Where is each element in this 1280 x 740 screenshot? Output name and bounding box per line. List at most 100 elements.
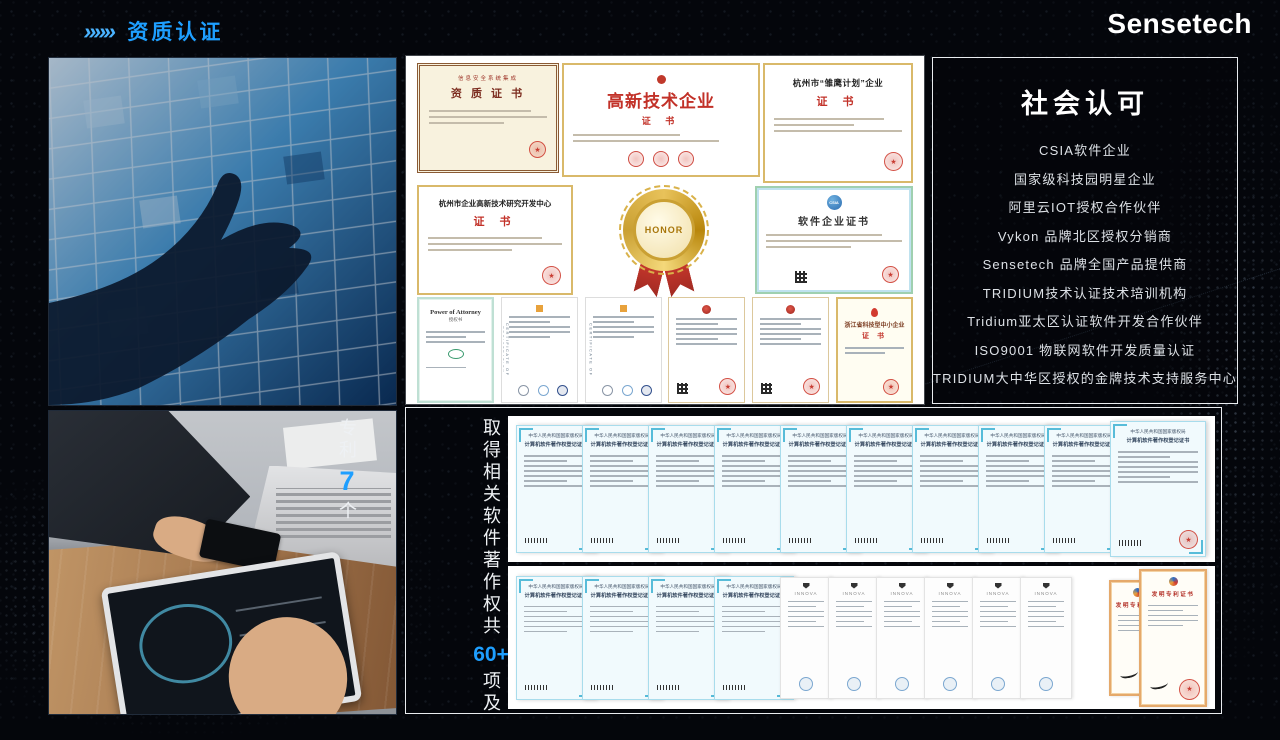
- csia-globe-icon: CSIA: [827, 195, 842, 210]
- barcode: [591, 685, 613, 690]
- certificate-zhejiang-sme: 浙江省科技型中小企业 证 书: [836, 297, 913, 403]
- government-license-2: [752, 297, 829, 403]
- medal-label: HONOR: [645, 225, 684, 235]
- tablet-ui-line: [236, 596, 322, 612]
- barcode: [921, 538, 943, 543]
- social-list: CSIA软件企业 国家级科技园明星企业 阿里云IOT授权合作伙伴 Vykon 品…: [933, 137, 1237, 394]
- national-emblem-icon: [702, 305, 711, 314]
- barcode: [723, 685, 745, 690]
- certificate-chuying-plan: 杭州市“雏鹰计划”企业 证 书: [763, 63, 913, 183]
- vertical-caption: 专利 7 个 取得相关软件著作权共 60+ 项及: [418, 418, 508, 715]
- caption-text: 项及: [480, 671, 502, 715]
- social-list-item: Tridium亚太区认证软件开发合作伙伴: [933, 308, 1237, 337]
- innovation-patent-certificate: INNOVA: [1020, 577, 1072, 699]
- medal-face: HONOR: [633, 199, 695, 261]
- social-recognition-panel: 社会认可 CSIA软件企业 国家级科技园明星企业 阿里云IOT授权合作伙伴 Vy…: [932, 57, 1238, 404]
- social-list-item: TRIDIUM技术认证技术培训机构: [933, 280, 1237, 309]
- barcode: [657, 685, 679, 690]
- blue-seal: [799, 677, 813, 691]
- social-list-item: 国家级科技园明星企业: [933, 166, 1237, 195]
- red-seal: [542, 266, 561, 285]
- barcode: [525, 685, 547, 690]
- national-emblem-icon: [786, 305, 795, 314]
- certificate-high-tech-enterprise: 高新技术企业 证 书: [562, 63, 760, 177]
- vertical-side-text: CERTIFICATE OF REGISTRATION: [587, 302, 594, 398]
- page-title: 资质认证: [127, 16, 223, 46]
- cert-title: INNOVA: [829, 591, 879, 596]
- certificate-security-integration: 信息安全系统集成 资 质 证 书: [417, 63, 559, 173]
- cert-title: 杭州市企业高新技术研究开发中心: [419, 198, 571, 209]
- red-seal: [1179, 530, 1198, 549]
- honor-medal: HONOR: [614, 183, 714, 297]
- social-list-item: TRIDIUM大中华区授权的金牌技术支持服务中心: [933, 365, 1237, 394]
- flame-logo-icon: [871, 308, 878, 317]
- green-oval-stamp: [448, 349, 464, 359]
- tablet-dashboard-ring: [134, 597, 238, 689]
- red-seal: [719, 378, 736, 395]
- cert-title: INNOVA: [973, 591, 1023, 596]
- cert-title: 杭州市“雏鹰计划”企业: [765, 77, 911, 89]
- blue-seal: [943, 677, 957, 691]
- cert-header: 中华人民共和国国家版权局: [1115, 428, 1201, 434]
- caption-text: 专利: [336, 418, 358, 462]
- qr-code: [677, 383, 688, 394]
- certificate-of-registration-2: CERTIFICATE OF REGISTRATION: [585, 297, 662, 403]
- social-list-item: Vykon 品牌北区授权分销商: [933, 223, 1237, 252]
- cert-title: Power of Attorney: [419, 309, 492, 316]
- cert-subtitle: 授权书: [419, 317, 492, 323]
- coat-of-arms-icon: [995, 583, 1002, 589]
- cert-title: INNOVA: [925, 591, 975, 596]
- cert-title: 资 质 证 书: [420, 85, 556, 101]
- red-seal: [884, 152, 903, 171]
- medal-ring: HONOR: [623, 189, 705, 271]
- red-seal: [1179, 679, 1200, 700]
- cert-title: INNOVA: [781, 591, 831, 596]
- invention-patent-group: 发明专利证书 发明专利证书: [1109, 569, 1207, 707]
- video-wall-illustration: [49, 58, 396, 405]
- innovation-patent-certificate: INNOVA: [924, 577, 976, 699]
- cert-title: 发明专利证书: [1143, 589, 1204, 598]
- slide-header: »»» 资质认证: [84, 16, 223, 46]
- caption-text: 取得相关软件著作权共: [480, 418, 502, 638]
- caption-text: 个: [336, 501, 358, 523]
- red-seal: [803, 378, 820, 395]
- cert-title: 计算机软件著作权登记证书: [1113, 436, 1202, 444]
- blue-seal: [895, 677, 909, 691]
- cert-title: 浙江省科技型中小企业: [838, 320, 911, 329]
- government-license-1: [668, 297, 745, 403]
- coat-of-arms-icon: [1043, 583, 1050, 589]
- photo-video-wall: [48, 57, 397, 406]
- cert-subtitle: 证 书: [419, 213, 571, 229]
- coat-of-arms-icon: [803, 583, 810, 589]
- coat-of-arms-icon: [899, 583, 906, 589]
- coat-of-arms-icon: [947, 583, 954, 589]
- signature: [1119, 667, 1138, 678]
- cert-title: INNOVA: [1021, 591, 1071, 596]
- barcode: [987, 538, 1009, 543]
- blue-seal: [1039, 677, 1053, 691]
- invention-patent-certificate-2: 发明专利证书: [1139, 569, 1207, 707]
- cert-title: INNOVA: [877, 591, 927, 596]
- barcode: [591, 538, 613, 543]
- barcode: [657, 538, 679, 543]
- red-emblem-icon: [657, 75, 666, 84]
- cert-row-1: 信息安全系统集成 资 质 证 书 高新技术企业 证 书 杭州市“雏鹰计划”企业 …: [417, 63, 913, 183]
- cert-row-2: 杭州市企业高新技术研究开发中心 证 书 HONOR CSIA 软件企业证书: [417, 183, 913, 297]
- cert-row-3: Power of Attorney 授权书 CERTIFICATE OF REG…: [417, 297, 913, 403]
- innovation-patent-certificate: INNOVA: [828, 577, 880, 699]
- social-list-item: ISO9001 物联网软件开发质量认证: [933, 337, 1237, 366]
- social-panel-title: 社会认可: [933, 82, 1237, 121]
- red-seal: [529, 141, 546, 158]
- cert-title: 软件企业证书: [757, 213, 911, 228]
- patents-certificates-strip: 中华人民共和国国家版权局 计算机软件著作权登记证书 中华人民共和国国家版权局 计…: [508, 566, 1215, 709]
- patents-panel: 专利 7 个 取得相关软件著作权共 60+ 项及 中华人民共和国国家版权局 计算…: [405, 407, 1222, 714]
- red-seal: [882, 266, 899, 283]
- accreditation-seals: [598, 385, 657, 396]
- certificate-rnd-center: 杭州市企业高新技术研究开发中心 证 书: [417, 185, 573, 295]
- copyright-count: 60+: [473, 644, 509, 665]
- registrar-logo-icon: [620, 305, 627, 312]
- coat-of-arms-icon: [851, 583, 858, 589]
- barcode: [525, 538, 547, 543]
- qr-code: [761, 383, 772, 394]
- software-copyright-certificate-large: 中华人民共和国国家版权局 计算机软件著作权登记证书: [1110, 421, 1206, 557]
